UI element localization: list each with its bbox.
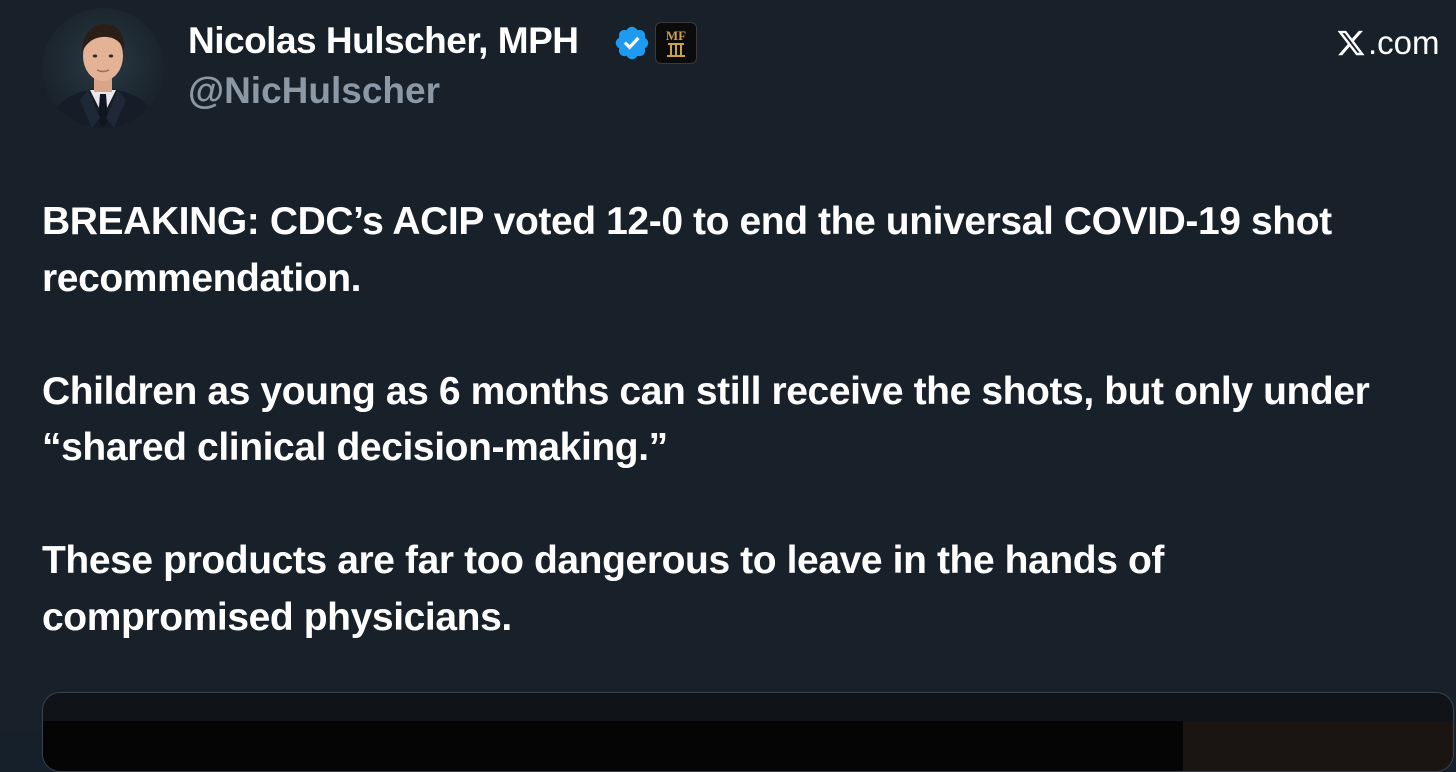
tweet-card: Nicolas Hulscher, MPH MF @NicHulscher .c… bbox=[0, 0, 1456, 772]
author-name[interactable]: Nicolas Hulscher, MPH bbox=[188, 20, 579, 62]
x-com-logo: .com bbox=[1336, 24, 1440, 62]
mf-logo-icon: MF bbox=[666, 28, 686, 57]
svg-text:MF: MF bbox=[666, 28, 686, 43]
author-handle[interactable]: @NicHulscher bbox=[188, 70, 440, 112]
verified-badge-icon[interactable] bbox=[613, 24, 651, 62]
tweet-paragraph: Children as young as 6 months can still … bbox=[42, 369, 1370, 470]
tweet-text: BREAKING: CDC’s ACIP voted 12-0 to end t… bbox=[42, 194, 1422, 646]
avatar-photo bbox=[48, 24, 158, 128]
tweet-paragraph: These products are far too dangerous to … bbox=[42, 539, 1164, 639]
x-logo-icon bbox=[1337, 30, 1365, 56]
media-image bbox=[43, 721, 1183, 771]
x-logo-text: .com bbox=[1368, 24, 1440, 61]
media-attachment[interactable] bbox=[42, 692, 1454, 772]
media-image-edge bbox=[1183, 721, 1453, 771]
avatar[interactable] bbox=[42, 8, 164, 128]
affiliate-badge-icon[interactable]: MF bbox=[655, 22, 697, 64]
tweet-paragraph: BREAKING: CDC’s ACIP voted 12-0 to end t… bbox=[42, 200, 1332, 300]
